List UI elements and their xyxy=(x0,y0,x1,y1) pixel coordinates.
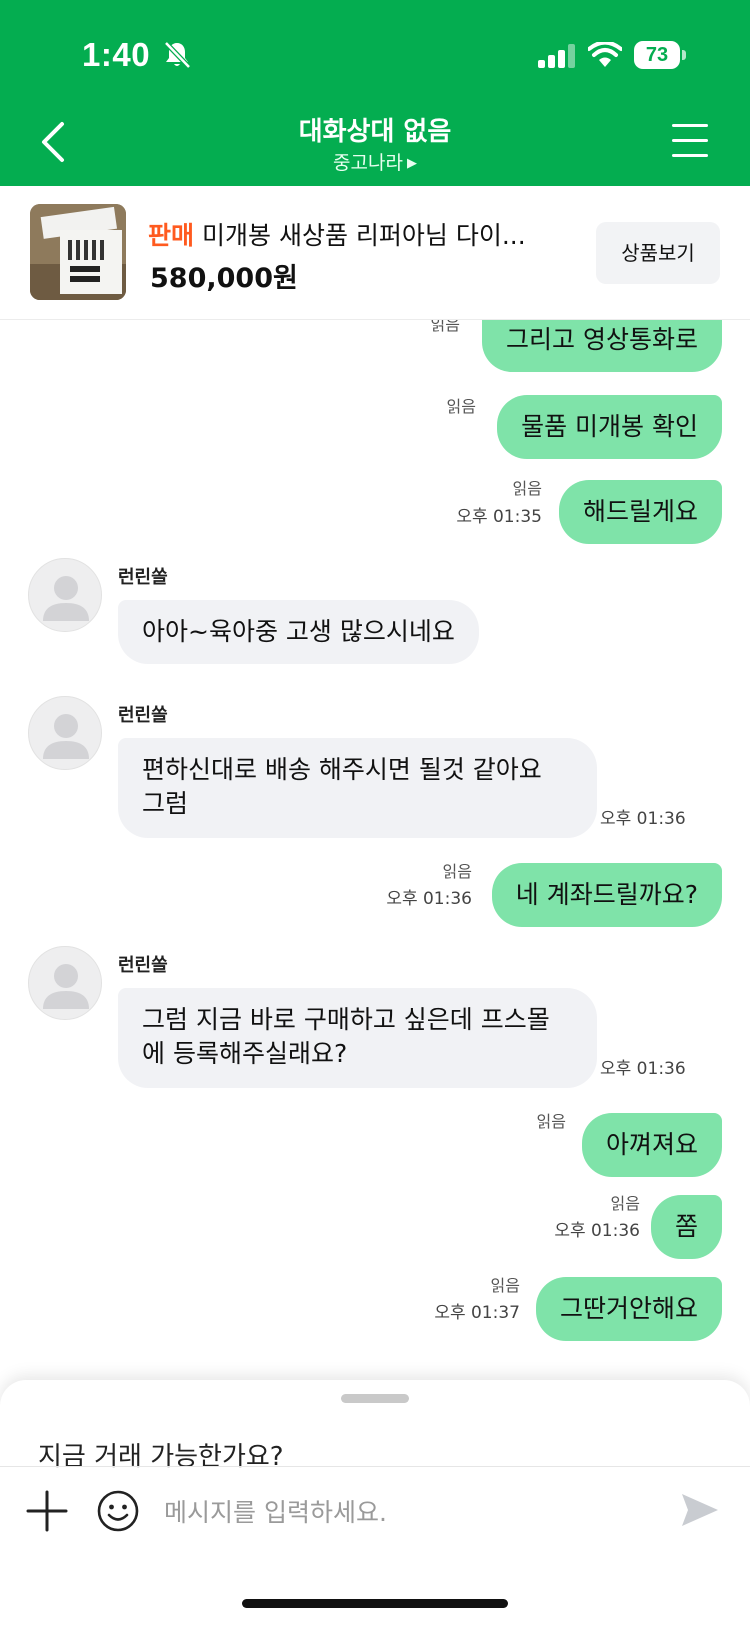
product-name: 미개봉 새상품 리퍼아님 다이... xyxy=(202,221,526,250)
message-time: 오후 01:36 xyxy=(386,889,472,909)
caret-right-icon: ▶ xyxy=(406,156,417,171)
message-list[interactable]: 읽음 그리고 영상통화로 읽음 물품 미개봉 확인 읽음 오후 01:35 해드… xyxy=(0,320,750,1380)
message-time: 오후 01:35 xyxy=(456,507,542,527)
my-message-bubble[interactable]: 그리고 영상통화로 xyxy=(482,320,722,372)
emoji-icon[interactable] xyxy=(96,1489,140,1533)
read-receipt: 읽음 xyxy=(430,320,460,334)
my-message-bubble[interactable]: 해드릴게요 xyxy=(558,480,722,544)
home-indicator[interactable] xyxy=(242,1599,508,1608)
my-message-bubble[interactable]: 네 계좌드릴까요? xyxy=(491,863,722,927)
message-time: 오후 01:37 xyxy=(434,1303,520,1323)
message-line: 그럼 지금 바로 구매하고 싶은데 프스몰 xyxy=(142,1005,550,1034)
message-time: 오후 01:36 xyxy=(600,1059,686,1079)
app-header: 1:40 73 대화상대 없음 중고나라 ▶ xyxy=(0,0,750,186)
my-message-bubble[interactable]: 쫌 xyxy=(650,1195,722,1259)
avatar[interactable] xyxy=(28,946,102,1020)
their-message-bubble[interactable]: 아아~육아중 고생 많으시네요 xyxy=(118,600,479,664)
status-time: 1:40 xyxy=(82,36,151,73)
read-receipt: 읽음 xyxy=(536,1112,566,1131)
read-receipt: 읽음 xyxy=(512,479,542,498)
avatar[interactable] xyxy=(28,696,102,770)
sender-name: 런린쏠 xyxy=(118,705,168,726)
composer-panel: 지금 거래 가능한가요? xyxy=(0,1380,750,1626)
quick-reply-suggestion[interactable]: 지금 거래 가능한가요? xyxy=(38,1436,284,1470)
message-line: 그럼 xyxy=(142,789,189,818)
sender-name: 런린쏠 xyxy=(118,955,168,976)
read-receipt: 읽음 xyxy=(610,1194,640,1213)
view-product-button[interactable]: 상품보기 xyxy=(596,222,720,284)
bell-muted-icon xyxy=(164,41,191,69)
message-time: 오후 01:36 xyxy=(600,809,686,829)
product-title[interactable]: 판매 미개봉 새상품 리퍼아님 다이... xyxy=(148,216,548,252)
menu-icon[interactable] xyxy=(672,124,708,158)
sender-name: 런린쏠 xyxy=(118,567,168,588)
plus-icon[interactable] xyxy=(26,1490,68,1532)
chat-subtitle-label: 중고나라 xyxy=(333,152,403,174)
status-bar: 1:40 73 xyxy=(0,0,750,100)
drag-handle[interactable] xyxy=(341,1394,409,1403)
battery-level: 73 xyxy=(634,41,680,69)
product-thumbnail[interactable] xyxy=(30,204,126,300)
message-input[interactable] xyxy=(164,1488,634,1536)
sale-badge: 판매 xyxy=(148,221,195,250)
message-line: 편하신대로 배송 해주시면 될것 같아요 xyxy=(142,755,542,784)
divider xyxy=(0,1466,750,1467)
message-time: 오후 01:36 xyxy=(554,1221,640,1241)
read-receipt: 읽음 xyxy=(446,397,476,416)
product-price: 580,000원 xyxy=(150,263,298,294)
my-message-bubble[interactable]: 그딴거안해요 xyxy=(535,1277,722,1341)
my-message-bubble[interactable]: 아껴져요 xyxy=(581,1113,722,1177)
read-receipt: 읽음 xyxy=(442,862,472,881)
wifi-icon xyxy=(588,42,622,67)
send-icon[interactable] xyxy=(680,1490,720,1530)
their-message-bubble[interactable]: 편하신대로 배송 해주시면 될것 같아요 그럼 xyxy=(118,738,597,838)
avatar[interactable] xyxy=(28,558,102,632)
product-bar: 판매 미개봉 새상품 리퍼아님 다이... 580,000원 상품보기 xyxy=(0,186,750,320)
battery-icon: 73 xyxy=(634,41,686,69)
my-message-bubble[interactable]: 물품 미개봉 확인 xyxy=(497,395,722,459)
cellular-signal-icon xyxy=(538,44,575,68)
chat-subtitle[interactable]: 중고나라 ▶ xyxy=(0,148,750,175)
read-receipt: 읽음 xyxy=(490,1276,520,1295)
message-line: 에 등록해주실래요? xyxy=(142,1039,348,1068)
chat-title: 대화상대 없음 xyxy=(298,117,452,147)
their-message-bubble[interactable]: 그럼 지금 바로 구매하고 싶은데 프스몰 에 등록해주실래요? xyxy=(118,988,597,1088)
